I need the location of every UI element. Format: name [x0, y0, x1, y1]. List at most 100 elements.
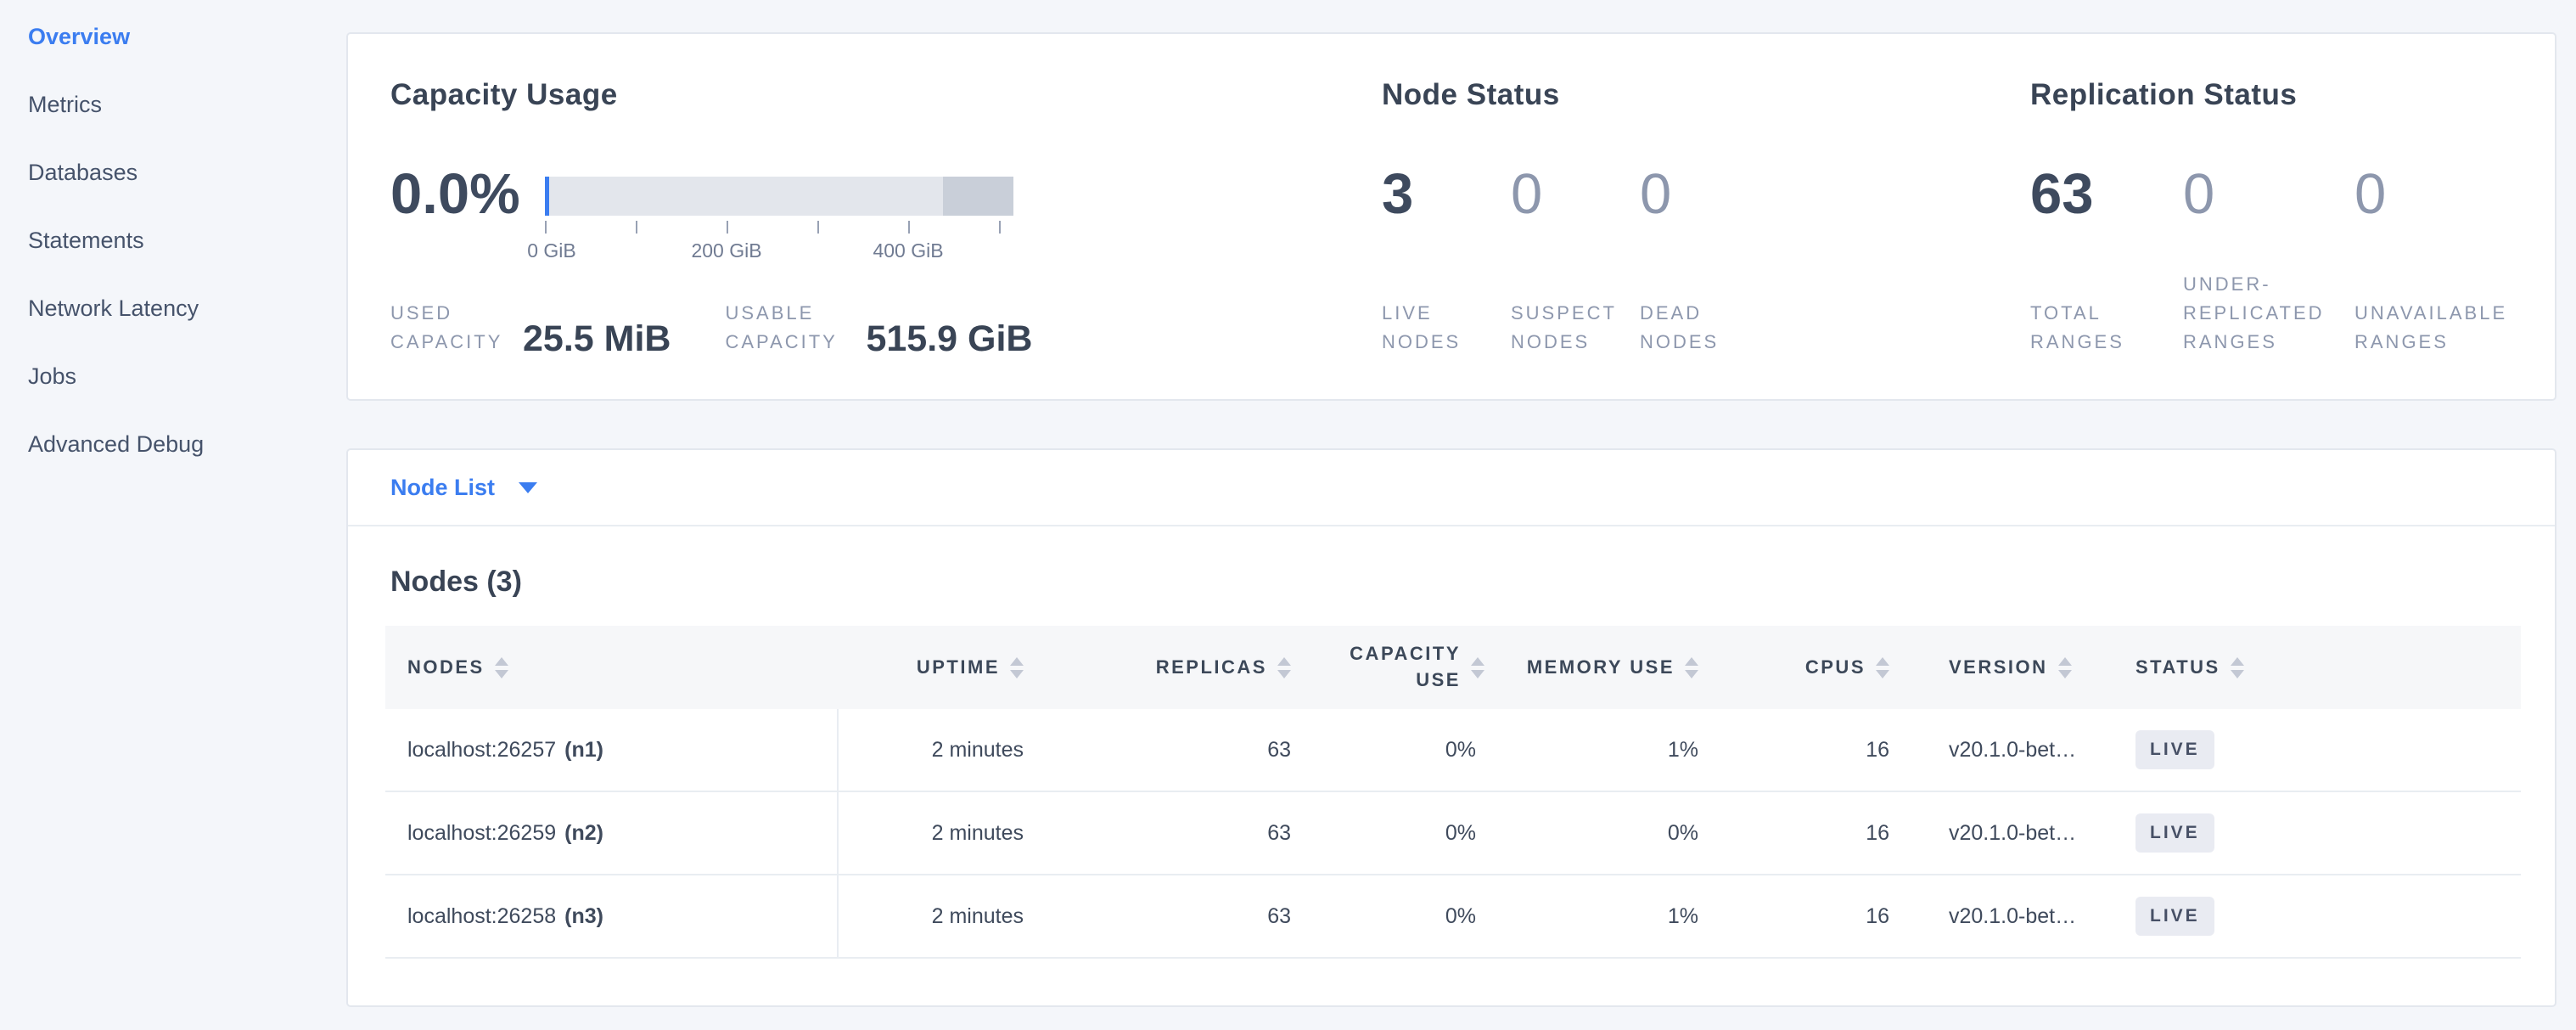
- usable-capacity-label: USABLE CAPACITY: [725, 299, 845, 357]
- axis-label-400gib: 400 GiB: [873, 239, 943, 262]
- node-list-card: Node List Nodes (3) NODES UPTIME REPLICA…: [346, 448, 2556, 1007]
- unavailable-ranges-label: UNAVAILABLE RANGES: [2354, 299, 2541, 357]
- axis-label-0gib: 0 GiB: [527, 239, 576, 262]
- status-cell: LIVE: [2097, 792, 2521, 874]
- view-selector-label: Node List: [390, 475, 495, 501]
- axis-label-200gib: 200 GiB: [691, 239, 761, 262]
- replicas-cell: 63: [1062, 875, 1329, 957]
- column-header-capacity-use[interactable]: CAPACITY USE: [1329, 626, 1501, 709]
- sort-icon: [1876, 657, 1889, 678]
- capacity-usage-section: Capacity Usage 0.0% 0 GiB 200: [390, 78, 1375, 112]
- capacity-use-cell: 0%: [1329, 792, 1501, 874]
- node-status-title: Node Status: [1382, 78, 1993, 112]
- sidebar-item-advanced-debug[interactable]: Advanced Debug: [28, 410, 317, 478]
- column-header-memory-use[interactable]: MEMORY USE: [1501, 626, 1737, 709]
- capacity-bar: [545, 177, 1013, 216]
- node-address: localhost:26258: [407, 904, 556, 929]
- axis-tick: [545, 221, 547, 234]
- cpus-cell: 16: [1737, 709, 1915, 791]
- sidebar-item-jobs[interactable]: Jobs: [28, 342, 317, 410]
- replicas-cell: 63: [1062, 792, 1329, 874]
- live-nodes-label: LIVE NODES: [1382, 299, 1511, 357]
- memory-use-cell: 1%: [1501, 709, 1737, 791]
- version-cell: v20.1.0-bet…: [1915, 875, 2097, 957]
- axis-tick: [999, 221, 1001, 234]
- replication-status-section: Replication Status 63 0 0 TOTAL RANGES U…: [2030, 78, 2556, 112]
- capacity-bar-chart: 0 GiB 200 GiB 400 GiB: [545, 177, 1020, 265]
- status-badge: LIVE: [2135, 897, 2214, 936]
- status-badge: LIVE: [2135, 813, 2214, 853]
- view-selector-dropdown[interactable]: Node List: [348, 450, 2555, 526]
- node-id: (n2): [564, 821, 603, 846]
- column-header-version[interactable]: VERSION: [1915, 626, 2097, 709]
- column-label: NODES: [407, 656, 485, 678]
- capacity-use-cell: 0%: [1329, 875, 1501, 957]
- sort-icon: [1685, 657, 1698, 678]
- status-cell: LIVE: [2097, 875, 2521, 957]
- sidebar-item-metrics[interactable]: Metrics: [28, 70, 317, 138]
- uptime-cell: 2 minutes: [839, 792, 1062, 874]
- capacity-percent-value: 0.0%: [390, 161, 545, 265]
- replication-values: 63 0 0: [2030, 161, 2541, 227]
- nodes-table: NODES UPTIME REPLICAS CAPACITY USE MEMOR…: [385, 626, 2521, 959]
- under-replicated-ranges-value: 0: [2183, 161, 2354, 227]
- column-label: REPLICAS: [1156, 656, 1267, 678]
- node-address-cell: localhost:26257 (n1): [385, 709, 839, 791]
- column-header-status[interactable]: STATUS: [2097, 626, 2521, 709]
- capacity-axis-labels: 0 GiB 200 GiB 400 GiB: [545, 239, 1013, 265]
- replicas-cell: 63: [1062, 709, 1329, 791]
- capacity-usage-title: Capacity Usage: [390, 78, 1375, 112]
- axis-tick: [908, 221, 910, 234]
- node-id: (n1): [564, 738, 603, 763]
- sidebar-item-statements[interactable]: Statements: [28, 206, 317, 274]
- table-row[interactable]: localhost:26259 (n2) 2 minutes 63 0% 0% …: [385, 792, 2521, 875]
- column-label: MEMORY USE: [1527, 656, 1675, 678]
- column-header-cpus[interactable]: CPUS: [1737, 626, 1915, 709]
- sidebar: Overview Metrics Databases Statements Ne…: [28, 3, 317, 478]
- replication-status-title: Replication Status: [2030, 78, 2556, 112]
- column-header-uptime[interactable]: UPTIME: [839, 626, 1062, 709]
- axis-tick: [817, 221, 819, 234]
- node-status-values: 3 0 0: [1382, 161, 1769, 227]
- capacity-chart-row: 0.0% 0 GiB 200 GiB 400 GiB: [390, 161, 1020, 265]
- axis-tick: [727, 221, 728, 234]
- under-replicated-ranges-label: UNDER-REPLICATED RANGES: [2183, 270, 2337, 357]
- capacity-stats-row: USED CAPACITY 25.5 MiB USABLE CAPACITY 5…: [390, 282, 1032, 357]
- sort-icon: [1471, 657, 1484, 678]
- capacity-bar-used: [545, 177, 549, 216]
- sort-icon: [2231, 657, 2244, 678]
- cluster-summary-card: Capacity Usage 0.0% 0 GiB 200: [346, 32, 2556, 401]
- column-label: VERSION: [1949, 656, 2048, 678]
- capacity-use-cell: 0%: [1329, 709, 1501, 791]
- column-header-nodes[interactable]: NODES: [385, 626, 839, 709]
- column-label: UPTIME: [917, 656, 1000, 678]
- memory-use-cell: 1%: [1501, 875, 1737, 957]
- sort-icon: [2058, 657, 2072, 678]
- capacity-bar-other-usage: [943, 177, 1013, 216]
- version-cell: v20.1.0-bet…: [1915, 709, 2097, 791]
- cpus-cell: 16: [1737, 792, 1915, 874]
- total-ranges-label: TOTAL RANGES: [2030, 299, 2166, 357]
- chevron-down-icon: [519, 482, 537, 493]
- suspect-nodes-label: SUSPECT NODES: [1511, 299, 1640, 357]
- unavailable-ranges-value: 0: [2354, 161, 2541, 227]
- axis-tick: [636, 221, 637, 234]
- nodes-count-heading: Nodes (3): [390, 566, 2555, 599]
- sidebar-item-databases[interactable]: Databases: [28, 138, 317, 206]
- total-ranges-value: 63: [2030, 161, 2183, 227]
- suspect-nodes-value: 0: [1511, 161, 1640, 227]
- sidebar-item-overview[interactable]: Overview: [28, 3, 317, 70]
- sidebar-item-network-latency[interactable]: Network Latency: [28, 274, 317, 342]
- table-row[interactable]: localhost:26257 (n1) 2 minutes 63 0% 1% …: [385, 709, 2521, 792]
- replication-labels: TOTAL RANGES UNDER-REPLICATED RANGES UNA…: [2030, 282, 2541, 357]
- column-label: STATUS: [2135, 656, 2220, 678]
- column-label: CPUS: [1805, 656, 1866, 678]
- column-header-replicas[interactable]: REPLICAS: [1062, 626, 1329, 709]
- sort-icon: [1277, 657, 1291, 678]
- cpus-cell: 16: [1737, 875, 1915, 957]
- table-row[interactable]: localhost:26258 (n3) 2 minutes 63 0% 1% …: [385, 875, 2521, 959]
- live-nodes-value: 3: [1382, 161, 1511, 227]
- sort-icon: [1010, 657, 1024, 678]
- status-cell: LIVE: [2097, 709, 2521, 791]
- node-address-cell: localhost:26259 (n2): [385, 792, 839, 874]
